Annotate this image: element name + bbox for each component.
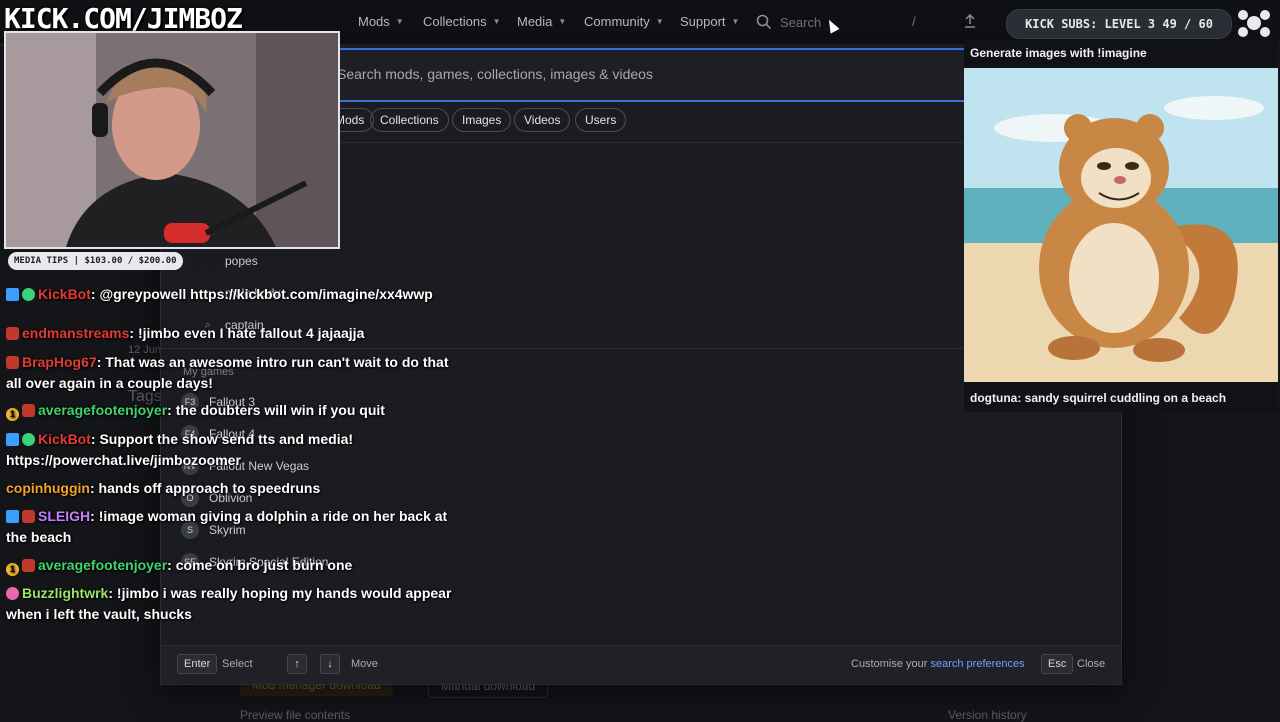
chip-videos[interactable]: Videos [514,108,571,132]
stream-brand: KICK.COM/JIMBOZ [4,2,243,35]
chip-users[interactable]: Users [575,108,627,132]
subscriber-badge-icon [6,327,19,340]
chat-separator: : [167,557,176,573]
search-icon [756,14,772,30]
search-preferences-link[interactable]: search preferences [930,658,1024,670]
chat-username: BrapHog67 [22,354,97,370]
powerchat-logo-icon [187,254,223,270]
chip-collections[interactable]: Collections [370,108,449,132]
chat-message: KickBot: @greypowell https://kickbot.com… [6,284,456,305]
chip-images[interactable]: Images [452,108,512,132]
chat-username: KickBot [38,431,91,447]
gift-count-badge-icon: 1 [6,563,19,576]
subscriber-badge-icon [22,510,35,523]
kick-subs-progress: KICK SUBS: LEVEL 3 49 / 60 [1006,9,1232,39]
modal-footer: Enter Select ↑ ↓ Move Customise your sea… [161,645,1121,684]
moderator-badge-icon [6,510,19,523]
chat-separator: : [129,325,138,341]
nav-media-label: Media [517,14,553,29]
subscriber-badge-icon [22,559,35,572]
gift-count-badge-icon: 1 [6,408,19,421]
arrow-down-key: ↓ [320,654,340,674]
nav-mods[interactable]: Mods ▼ [358,14,404,29]
nav-search-placeholder: Search [780,14,822,30]
media-tips-badge: MEDIA TIPS | $103.00 / $200.00 [8,252,183,270]
channel-logo-icon [1238,10,1270,37]
chat-message: BrapHog67: That was an awesome intro run… [6,352,456,394]
select-hint: Select [222,658,253,670]
customise-hint: Customise your search preferences [851,658,1025,670]
chat-message: copinhuggin: hands off approach to speed… [6,478,456,499]
chat-separator: : [90,508,99,524]
webcam-feed [4,31,340,249]
chat-text: come on bro just burn one [175,557,353,573]
imagine-caption: dogtuna: sandy squirrel cuddling on a be… [970,391,1227,405]
chat-separator: : [167,402,176,418]
nav-mods-label: Mods [358,14,390,29]
customise-text: Customise your [851,658,928,670]
nav-media[interactable]: Media ▼ [517,14,566,29]
chat-username: KickBot [38,286,91,302]
esc-key: Esc [1041,654,1074,674]
search-shortcut-hint: / [912,14,916,29]
chevron-down-icon: ▼ [395,17,404,26]
chevron-down-icon: ▼ [731,17,740,26]
move-hint: Move [351,658,378,670]
chat-text: @greypowell https://kickbot.com/imagine/… [99,286,433,302]
chat-message: KickBot: Support the show send tts and m… [6,429,456,471]
chat-separator: : [108,585,117,601]
arrow-up-key: ↑ [287,654,307,674]
upload-icon[interactable] [964,14,976,28]
chat-message: endmanstreams: !jimbo even I hate fallou… [6,323,456,344]
vip-badge-icon [6,587,19,600]
chat-text: !jimbo even I hate fallout 4 jajaajja [137,325,365,341]
nav-search-input[interactable]: Search [756,7,926,37]
close-button[interactable]: Close [1077,658,1105,670]
chat-username: endmanstreams [22,325,130,341]
chevron-down-icon: ▼ [655,17,664,26]
nav-community[interactable]: Community ▼ [584,14,664,29]
nav-collections-label: Collections [423,14,487,29]
webcam-image [6,33,338,247]
imagine-title: Generate images with !imagine [970,46,1147,60]
modal-search-placeholder: Search mods, games, collections, images … [337,66,653,82]
moderator-badge-icon [6,288,19,301]
chat-text: hands off approach to speedruns [98,480,321,496]
subscriber-badge-icon [22,404,35,417]
chat-message: Buzzlightwrk: !jimbo i was really hoping… [6,583,456,625]
chat-separator: : [96,354,106,370]
chat-message: 1 averagefootenjoyer: the doubters will w… [6,400,456,421]
chat-username: SLEIGH [38,508,91,524]
bot-badge-icon [22,288,35,301]
chat-username: Buzzlightwrk [22,585,109,601]
nav-collections[interactable]: Collections ▼ [423,14,501,29]
chevron-down-icon: ▼ [558,17,567,26]
chevron-down-icon: ▼ [492,17,501,26]
chat-text: the doubters will win if you quit [175,402,385,418]
chat-message: SLEIGH: !image woman giving a dolphin a … [6,506,456,548]
chat-username: copinhuggin [6,480,90,496]
enter-key: Enter [177,654,218,674]
chat-username: averagefootenjoyer [38,557,168,573]
subscriber-badge-icon [6,356,19,369]
nav-support[interactable]: Support ▼ [680,14,739,29]
bot-badge-icon [22,433,35,446]
nav-support-label: Support [680,14,726,29]
nav-community-label: Community [584,14,650,29]
chat-message: 1 averagefootenjoyer: come on bro just bu… [6,555,456,576]
recent-search-label: popes [225,254,258,268]
moderator-badge-icon [6,433,19,446]
chat-separator: : [89,480,99,496]
imagine-panel: Generate images with !imagine dogtuna: s… [964,40,1278,412]
chat-username: averagefootenjoyer [38,402,168,418]
generated-image [964,68,1278,382]
